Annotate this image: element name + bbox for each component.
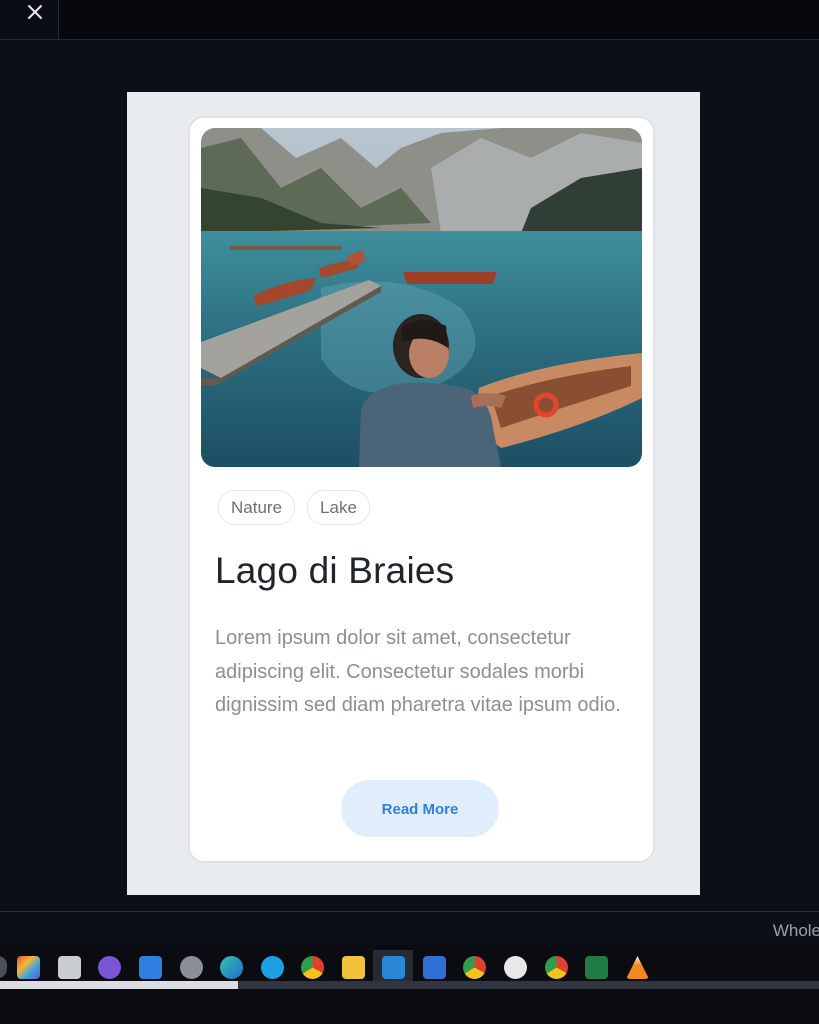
calendar-icon[interactable] — [139, 956, 162, 979]
obs-icon[interactable] — [504, 956, 527, 979]
card-image — [201, 128, 642, 467]
edge-browser-icon[interactable] — [220, 956, 243, 979]
tag-nature[interactable]: Nature — [218, 490, 296, 525]
status-text: Whole — [772, 921, 819, 940]
read-more-button[interactable]: Read More — [341, 780, 499, 837]
card-title: Lago di Braies — [215, 550, 455, 591]
settings-gear-icon[interactable] — [180, 956, 203, 979]
chrome-canary-icon[interactable] — [545, 956, 568, 979]
status-bar: Whole — [0, 911, 819, 946]
window-icon[interactable] — [58, 956, 81, 979]
vscode-icon[interactable] — [382, 956, 405, 979]
chrome-icon[interactable] — [301, 956, 324, 979]
article-card: Nature Lake Lago di Braies Lorem ipsum d… — [188, 116, 655, 863]
chrome-icon[interactable] — [463, 956, 486, 979]
office-icon[interactable] — [17, 956, 40, 979]
close-button[interactable] — [0, 0, 59, 39]
window-titlebar — [0, 0, 819, 40]
file-explorer-icon[interactable] — [342, 956, 365, 979]
tag-list: Nature Lake — [218, 490, 370, 525]
taskbar-progress-fill — [0, 981, 238, 989]
video-call-icon[interactable] — [98, 956, 121, 979]
excel-icon[interactable] — [585, 956, 608, 979]
close-x-icon — [28, 5, 42, 19]
skype-icon[interactable] — [261, 956, 284, 979]
todo-check-icon[interactable] — [423, 956, 446, 979]
tag-lake[interactable]: Lake — [307, 490, 370, 525]
preview-stage: Nature Lake Lago di Braies Lorem ipsum d… — [127, 92, 700, 895]
card-description: Lorem ipsum dolor sit amet, consectetur … — [215, 627, 621, 716]
